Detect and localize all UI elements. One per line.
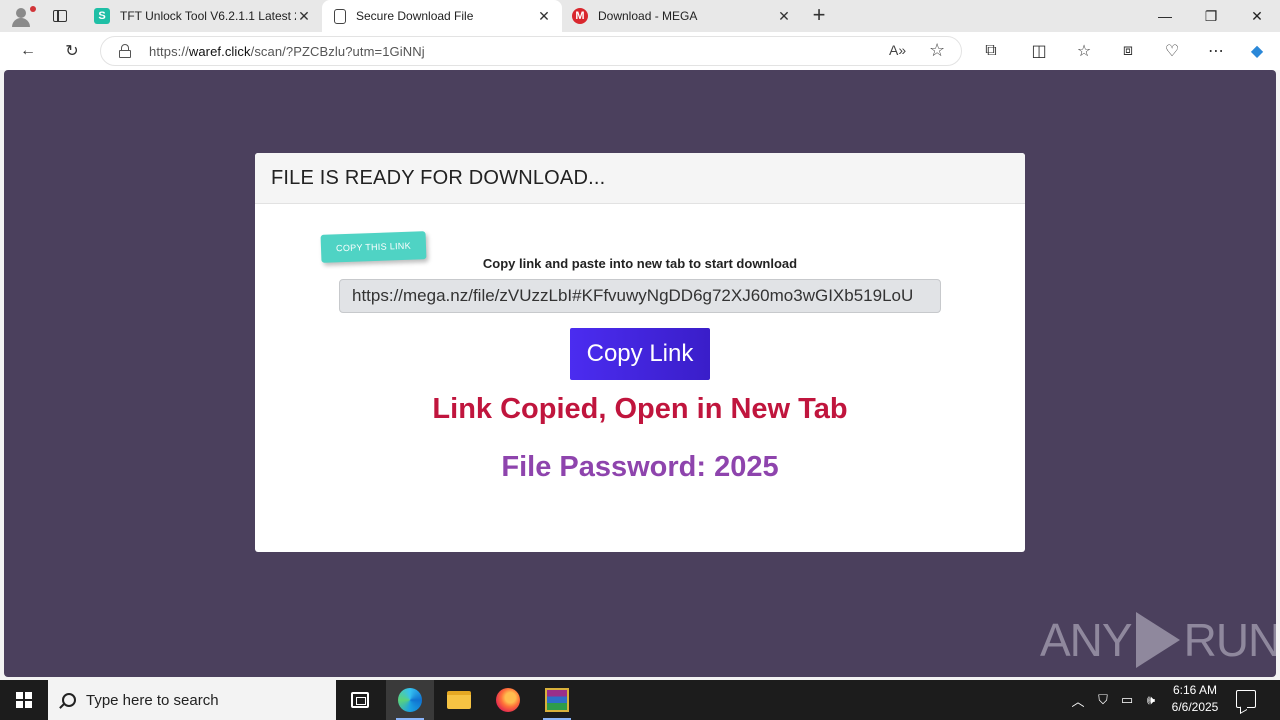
search-placeholder: Type here to search: [86, 691, 219, 709]
task-view-button[interactable]: [336, 680, 384, 720]
taskbar-clock[interactable]: 6:16 AM 6/6/2025: [1160, 682, 1230, 718]
start-button[interactable]: [0, 680, 48, 720]
tab-title: Secure Download File: [356, 9, 474, 23]
taskbar-winrar[interactable]: [533, 680, 581, 720]
browser-essentials-icon[interactable]: ♡: [1161, 40, 1183, 62]
tft-icon: S: [94, 8, 110, 24]
winrar-icon: [545, 688, 569, 712]
tab-strip: S TFT Unlock Tool V6.2.1.1 Latest 2025 ✕…: [0, 0, 1280, 32]
collections-icon[interactable]: ⧈: [1117, 40, 1139, 62]
close-tab-icon[interactable]: ✕: [776, 8, 792, 24]
watermark-text-left: ANY: [1040, 614, 1133, 666]
tab-tft-unlock[interactable]: S TFT Unlock Tool V6.2.1.1 Latest 2025 ✕: [84, 0, 322, 32]
page-viewport: FILE IS READY FOR DOWNLOAD... COPY THIS …: [4, 70, 1276, 677]
copy-link-button[interactable]: Copy Link: [570, 328, 710, 380]
watermark-text-right: RUN: [1183, 614, 1276, 666]
refresh-icon[interactable]: ↻: [61, 40, 83, 62]
tab-title: TFT Unlock Tool V6.2.1.1 Latest 2025: [120, 9, 296, 23]
back-icon[interactable]: ←: [17, 40, 39, 62]
tab-title: Download - MEGA: [598, 9, 698, 23]
page-icon: [334, 8, 346, 24]
download-card: FILE IS READY FOR DOWNLOAD... COPY THIS …: [255, 153, 1025, 552]
file-explorer-icon: [447, 691, 471, 709]
clock-time: 6:16 AM: [1172, 683, 1218, 697]
tab-mega[interactable]: M Download - MEGA ✕: [562, 0, 802, 32]
play-icon: [1135, 612, 1180, 668]
search-icon: [62, 693, 76, 707]
download-link-field[interactable]: https://mega.nz/file/zVUzzLbI#KFfvuwyNgD…: [339, 279, 941, 313]
more-menu-icon[interactable]: ⋯: [1205, 40, 1227, 62]
copilot-icon[interactable]: ◆: [1246, 40, 1268, 62]
profile-icon[interactable]: [8, 4, 36, 28]
restore-button[interactable]: ❐: [1188, 0, 1234, 32]
link-copied-message: Link Copied, Open in New Tab: [432, 393, 848, 425]
extensions-icon[interactable]: ⧉: [980, 40, 1002, 62]
split-screen-icon[interactable]: ◫: [1028, 40, 1050, 62]
instruction-text: Copy link and paste into new tab to star…: [482, 256, 798, 271]
tab-secure-download[interactable]: Secure Download File ✕: [322, 0, 562, 32]
lock-icon[interactable]: [119, 44, 131, 58]
network-icon[interactable]: ▭: [1116, 680, 1138, 720]
close-window-button[interactable]: ✕: [1234, 0, 1280, 32]
windows-logo-icon: [16, 692, 32, 708]
url-text[interactable]: https://waref.click/scan/?PZCBzlu?utm=1G…: [149, 44, 425, 59]
favorites-icon[interactable]: ☆: [1073, 40, 1095, 62]
volume-icon[interactable]: 🕪: [1140, 680, 1162, 720]
taskbar-file-explorer[interactable]: [435, 680, 483, 720]
firefox-icon: [496, 688, 520, 712]
address-bar[interactable]: https://waref.click/scan/?PZCBzlu?utm=1G…: [100, 36, 962, 66]
read-aloud-icon[interactable]: A»: [889, 42, 906, 58]
taskbar: Type here to search ︿ ⛉ ▭ 🕪 6:16 AM 6/6/…: [0, 680, 1280, 720]
notifications-icon[interactable]: [1236, 690, 1256, 708]
taskbar-search[interactable]: Type here to search: [48, 680, 336, 720]
mega-icon: M: [572, 8, 588, 24]
clock-date: 6/6/2025: [1171, 700, 1219, 714]
task-view-icon: [351, 692, 369, 708]
close-tab-icon[interactable]: ✕: [536, 8, 552, 24]
edge-icon: [398, 688, 422, 712]
file-password-message: File Password: 2025: [501, 451, 779, 483]
taskbar-edge[interactable]: [386, 680, 434, 720]
show-hidden-icons-chevron-icon[interactable]: ︿: [1068, 680, 1088, 720]
tab-actions-icon[interactable]: [50, 6, 70, 26]
security-icon[interactable]: ⛉: [1093, 680, 1113, 720]
browser-toolbar: ← ↻ https://waref.click/scan/?PZCBzlu?ut…: [0, 32, 1280, 70]
close-tab-icon[interactable]: ✕: [296, 8, 312, 24]
minimize-button[interactable]: —: [1142, 0, 1188, 32]
taskbar-firefox[interactable]: [484, 680, 532, 720]
anyrun-watermark: ANY RUN: [1040, 610, 1276, 670]
new-tab-button[interactable]: +: [808, 4, 830, 27]
favorite-star-icon[interactable]: ☆: [929, 40, 945, 61]
card-header: FILE IS READY FOR DOWNLOAD...: [255, 153, 1025, 204]
